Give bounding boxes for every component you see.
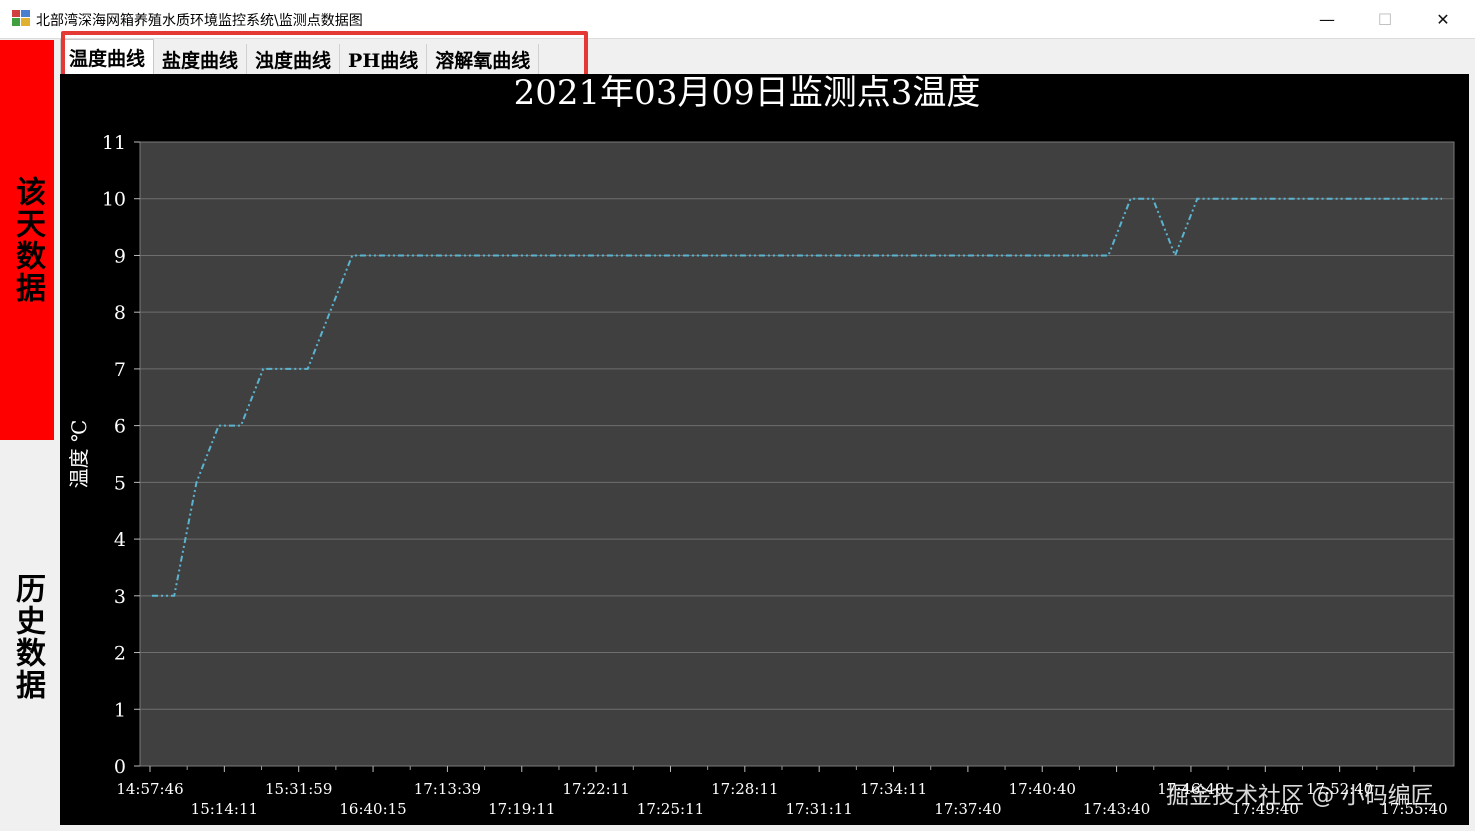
x-tick-label: 17:22:11 [562, 780, 629, 798]
tab-temperature[interactable]: 温度曲线 [60, 39, 155, 74]
tab-turbidity[interactable]: 浊度曲线 [247, 44, 341, 74]
curve-tabs: 温度曲线 盐度曲线 浊度曲线 PH曲线 溶解氧曲线 [60, 39, 540, 74]
y-tick-label: 4 [114, 529, 126, 551]
chart-title: 2021年03月09日监测点3温度 [514, 74, 981, 113]
y-tick-label: 10 [102, 189, 126, 211]
x-tick-label: 17:28:11 [711, 780, 778, 798]
y-tick-label: 5 [114, 472, 126, 494]
x-tick-label: 17:40:40 [1009, 780, 1076, 798]
x-tick-label: 17:25:11 [637, 800, 704, 818]
y-tick-label: 2 [114, 643, 126, 665]
y-tick-label: 6 [114, 416, 126, 438]
watermark: 掘金技术社区 @ 小码编匠 [1166, 783, 1434, 809]
y-tick-label: 7 [114, 359, 126, 381]
y-tick-label: 1 [114, 699, 126, 721]
tab-ph[interactable]: PH曲线 [340, 44, 428, 74]
x-tick-label: 17:13:39 [414, 780, 481, 798]
y-tick-label: 8 [114, 302, 126, 324]
x-tick-label: 14:57:46 [116, 780, 183, 798]
chart-panel: 2021年03月09日监测点3温度 0 1 2 3 4 5 6 7 8 9 10 11 温度 ℃ 14:57… [60, 74, 1469, 825]
x-tick-label: 17:31:11 [785, 800, 852, 818]
x-tick-label: 15:14:11 [191, 800, 258, 818]
x-tick-label: 17:19:11 [488, 800, 555, 818]
title-bar: 北部湾深海网箱养殖水质环境监控系统\监测点数据图 — ☐ ✕ [0, 0, 1475, 39]
y-tick-label: 0 [114, 756, 126, 778]
history-data-label: 历史数据 [10, 572, 45, 701]
history-data-button[interactable]: 历史数据 [0, 442, 54, 831]
temperature-chart: 2021年03月09日监测点3温度 0 1 2 3 4 5 6 7 8 9 10 11 温度 ℃ 14:57… [67, 74, 1455, 818]
y-tick-label: 9 [114, 245, 126, 267]
x-tick-label: 15:31:59 [265, 780, 332, 798]
y-tick-label: 11 [102, 132, 126, 154]
window-title: 北部湾深海网箱养殖水质环境监控系统\监测点数据图 [36, 13, 363, 29]
x-tick-label: 16:40:15 [339, 800, 406, 818]
close-button[interactable]: ✕ [1414, 0, 1472, 38]
today-data-button[interactable]: 该天数据 [0, 40, 54, 440]
x-tick-label: 17:43:40 [1083, 800, 1150, 818]
x-tick-label: 17:37:40 [934, 800, 1001, 818]
app-icon [12, 10, 30, 26]
minimize-button[interactable]: — [1298, 0, 1356, 38]
tab-salinity[interactable]: 盐度曲线 [154, 44, 248, 74]
y-tick-label: 3 [114, 586, 126, 608]
maximize-button[interactable]: ☐ [1356, 0, 1414, 38]
tab-dissolved-oxygen[interactable]: 溶解氧曲线 [427, 44, 540, 74]
y-axis-label: 温度 ℃ [67, 420, 91, 489]
plot-area [139, 141, 1455, 767]
today-data-label: 该天数据 [10, 176, 45, 304]
x-tick-label: 17:34:11 [860, 780, 927, 798]
